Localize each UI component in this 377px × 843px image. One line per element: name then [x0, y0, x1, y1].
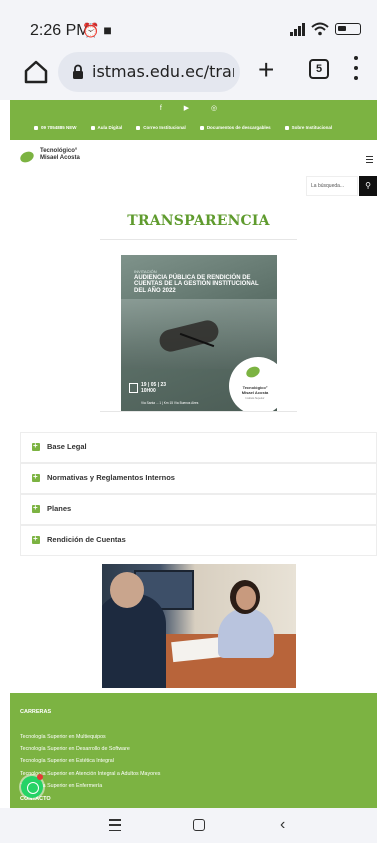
status-bar: 2:26 PM ⏰ ■ [0, 0, 377, 44]
hamburger-menu-icon[interactable] [366, 156, 373, 163]
plus-icon [32, 503, 40, 513]
info-icon [284, 125, 289, 130]
site-footer: CARRERAS Tecnología Superior en Multiequ… [10, 693, 377, 808]
accordion-item-rendicion[interactable]: Rendición de Cuentas [20, 525, 377, 556]
address-bar[interactable]: istmas.edu.ec/transpa [58, 52, 240, 92]
accordion-item-normativas[interactable]: Normativas y Reglamentos Internos [20, 463, 377, 494]
recents-icon[interactable] [109, 819, 121, 831]
mail-icon [136, 125, 141, 130]
contact-links: 09 7054885 NEW Aula Digital Correo Insti… [34, 125, 332, 130]
status-left-icons: ⏰ ■ [82, 22, 112, 39]
wifi-icon [311, 22, 329, 36]
logo-leaf-icon[interactable] [18, 149, 36, 165]
correo-link[interactable]: Correo Institucional [136, 125, 186, 130]
banner-date: 19 | 05 | 23 10H00 [141, 382, 167, 394]
battery-icon [335, 23, 361, 35]
search-input[interactable]: La búsqueda... [306, 176, 358, 196]
url-text[interactable]: istmas.edu.ec/transpa [92, 62, 234, 81]
phone-icon [34, 125, 38, 130]
banner-divider [100, 411, 297, 412]
plus-icon[interactable]: + [258, 56, 274, 84]
alarm-icon: ⏰ [82, 22, 100, 38]
sobre-link[interactable]: Sobre Institucional [284, 125, 332, 130]
phone-link[interactable]: 09 7054885 NEW [34, 125, 77, 130]
notification-dot [37, 774, 43, 780]
search-icon[interactable]: ⚲ [359, 176, 377, 196]
page-title: TRANSPARENCIA [127, 213, 270, 229]
site-topbar: f ▶ ◎ 09 7054885 NEW Aula Digital Correo… [10, 100, 377, 140]
document-icon [199, 125, 204, 130]
rendicion-banner[interactable]: INVITACIÓN AUDIENCIA PÚBLICA DE RENDICIÓ… [121, 255, 277, 411]
nav-home-icon[interactable] [193, 819, 205, 831]
banner-headline: AUDIENCIA PÚBLICA DE RENDICIÓN DE CUENTA… [134, 275, 259, 294]
plus-icon [32, 472, 40, 482]
plus-icon [32, 534, 40, 544]
banner-kicker: INVITACIÓN [134, 269, 157, 274]
social-links[interactable]: f ▶ ◎ [10, 104, 377, 112]
grad-icon [90, 125, 95, 130]
accordion-label: Base Legal [47, 442, 87, 451]
accordion-label: Normativas y Reglamentos Internos [47, 473, 175, 482]
status-right-icons [290, 22, 361, 36]
site-header: Tecnológico° Misael Acosta [10, 140, 377, 178]
footer-link[interactable]: Tecnología Superior en Desarrollo de Sof… [20, 743, 160, 755]
banner-logo-text: Tecnológico° Misael Acosta [241, 385, 269, 395]
back-icon[interactable]: ‹ [280, 817, 285, 833]
banner-place: Vía Santa ... 1 | Km 15 Vía Buenos Aires [141, 401, 199, 405]
footer-heading: CARRERAS [20, 709, 52, 715]
title-divider [100, 239, 297, 240]
accordion-label: Planes [47, 504, 72, 513]
more-vert-icon[interactable] [352, 56, 360, 80]
accordion-label: Rendición de Cuentas [47, 535, 126, 544]
home-icon[interactable] [22, 58, 50, 86]
tabs-icon[interactable]: 5 [309, 59, 329, 79]
calendar-icon [129, 383, 138, 393]
documentos-link[interactable]: Documentos de descargables [199, 125, 271, 130]
system-navbar: ‹ [0, 808, 377, 843]
aula-digital-link[interactable]: Aula Digital [90, 125, 122, 130]
signing-photo [102, 564, 296, 688]
footer-link[interactable]: Tecnología Superior en Multiequipos [20, 731, 160, 743]
accordion-item-planes[interactable]: Planes [20, 494, 377, 525]
site-logo[interactable]: Tecnológico° Misael Acosta [40, 148, 80, 162]
plus-icon [32, 441, 40, 451]
browser-toolbar: istmas.edu.ec/transpa + 5 [0, 44, 377, 100]
status-time: 2:26 PM [30, 22, 90, 39]
signal-icon [290, 22, 305, 36]
lock-icon [73, 64, 83, 79]
footer-link[interactable]: Tecnología Superior en Estética Integral [20, 755, 160, 767]
transparencia-accordion: Base Legal Normativas y Reglamentos Inte… [20, 432, 377, 556]
banner-logo-badge [229, 357, 277, 411]
notification-icon: ■ [103, 22, 112, 38]
accordion-item-base-legal[interactable]: Base Legal [20, 432, 377, 463]
